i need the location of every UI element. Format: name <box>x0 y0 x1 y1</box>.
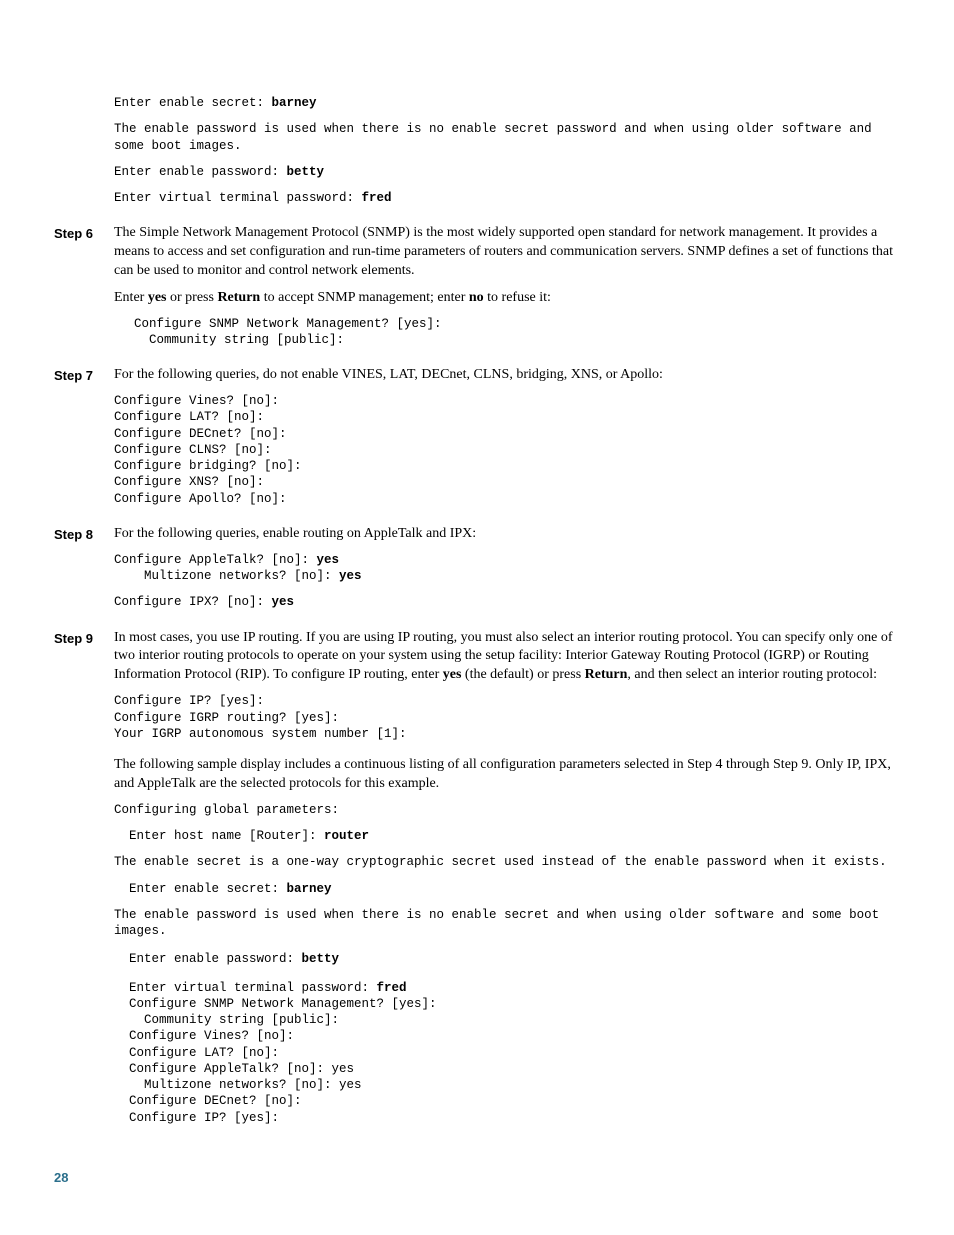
step-6: Step 6 The Simple Network Management Pro… <box>54 224 900 348</box>
code-bold: fred <box>362 191 392 205</box>
step9-code7: Enter enable password: betty <box>114 951 900 967</box>
t: to refuse it: <box>484 290 551 305</box>
step9-code6: The enable password is used when there i… <box>114 907 900 940</box>
t: to accept SNMP management; enter <box>260 290 469 305</box>
t-bold: yes <box>339 569 362 583</box>
code-text: Enter enable password: <box>114 165 287 179</box>
t: Configure SNMP Network Management? [yes]… <box>114 997 437 1125</box>
step7-p1: For the following queries, do not enable… <box>114 366 900 385</box>
step9-code3: Enter host name [Router]: router <box>114 828 900 844</box>
step9-code4: The enable secret is a one-way cryptogra… <box>114 854 900 870</box>
code-para-enable-password-note: The enable password is used when there i… <box>114 121 900 154</box>
step-body: The Simple Network Management Protocol (… <box>114 224 900 348</box>
step9-p2: The following sample display includes a … <box>114 756 900 794</box>
t: Configure IPX? [no]: <box>114 595 272 609</box>
t: (the default) or press <box>461 667 584 682</box>
code-bold: betty <box>287 165 325 179</box>
step6-code: Configure SNMP Network Management? [yes]… <box>134 316 900 349</box>
step-body: For the following queries, do not enable… <box>114 366 900 507</box>
t: Enter <box>114 290 148 305</box>
intro-block: Enter enable secret: barney The enable p… <box>114 95 900 206</box>
step-label: Step 6 <box>54 224 114 348</box>
step-8: Step 8 For the following queries, enable… <box>54 525 900 611</box>
step8-p1: For the following queries, enable routin… <box>114 525 900 544</box>
t-bold: no <box>469 290 484 305</box>
code-text: Enter enable secret: <box>114 96 272 110</box>
code-vty-password: Enter virtual terminal password: fred <box>114 190 900 206</box>
page-number: 28 <box>54 1169 68 1187</box>
step9-p1: In most cases, you use IP routing. If yo… <box>114 629 900 686</box>
t-bold: barney <box>287 882 332 896</box>
code-enable-password: Enter enable password: betty <box>114 164 900 180</box>
t-bold: yes <box>317 553 340 567</box>
step-label: Step 9 <box>54 629 114 1126</box>
t-bold: yes <box>148 290 167 305</box>
t: Enter virtual terminal password: <box>114 981 377 995</box>
t: Multizone networks? [no]: <box>114 569 339 583</box>
step9-code5: Enter enable secret: barney <box>114 881 900 897</box>
t-bold: yes <box>443 667 462 682</box>
t: Enter enable secret: <box>114 882 287 896</box>
t: Enter enable password: <box>114 952 302 966</box>
t-bold: fred <box>377 981 407 995</box>
page: Enter enable secret: barney The enable p… <box>0 0 954 1235</box>
step6-p2: Enter yes or press Return to accept SNMP… <box>114 289 900 308</box>
step9-code8-9: Enter virtual terminal password: fred Co… <box>114 980 900 1126</box>
t: or press <box>167 290 218 305</box>
t-bold: router <box>324 829 369 843</box>
t-bold: betty <box>302 952 340 966</box>
step-label: Step 7 <box>54 366 114 507</box>
t: , and then select an interior routing pr… <box>627 667 877 682</box>
t-bold: Return <box>217 290 260 305</box>
step7-code: Configure Vines? [no]: Configure LAT? [n… <box>114 393 900 507</box>
step-label: Step 8 <box>54 525 114 611</box>
step-body: In most cases, you use IP routing. If yo… <box>114 629 900 1126</box>
step8-code2: Configure IPX? [no]: yes <box>114 594 900 610</box>
step-9: Step 9 In most cases, you use IP routing… <box>54 629 900 1126</box>
step8-code1: Configure AppleTalk? [no]: yes Multizone… <box>114 552 900 585</box>
t: Enter host name [Router]: <box>114 829 324 843</box>
code-enable-secret: Enter enable secret: barney <box>114 95 900 111</box>
code-text: Enter virtual terminal password: <box>114 191 362 205</box>
t: Configure AppleTalk? [no]: <box>114 553 317 567</box>
step-body: For the following queries, enable routin… <box>114 525 900 611</box>
t-bold: Return <box>585 667 628 682</box>
step-7: Step 7 For the following queries, do not… <box>54 366 900 507</box>
code-bold: barney <box>272 96 317 110</box>
step9-code1: Configure IP? [yes]: Configure IGRP rout… <box>114 693 900 742</box>
step6-p1: The Simple Network Management Protocol (… <box>114 224 900 281</box>
t-bold: yes <box>272 595 295 609</box>
step9-code2: Configuring global parameters: <box>114 802 900 818</box>
